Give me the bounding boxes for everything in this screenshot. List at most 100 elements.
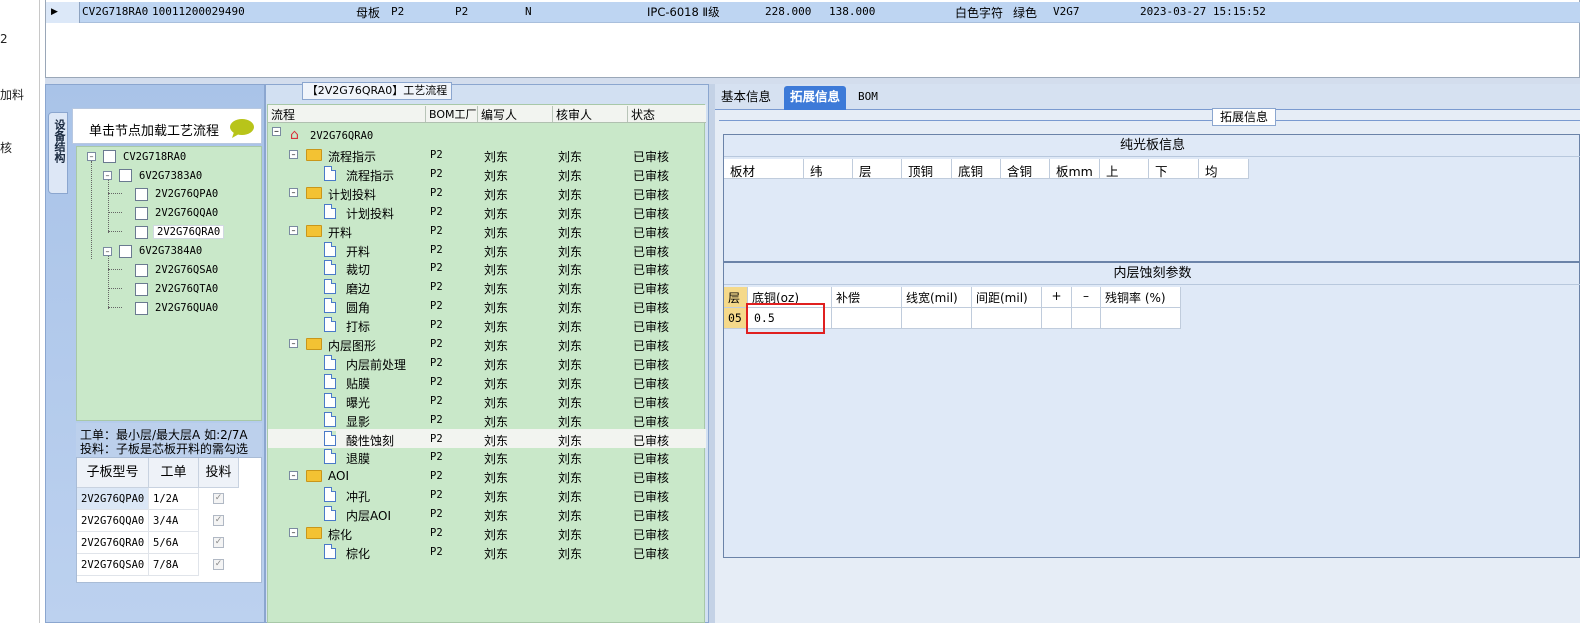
cell-plus[interactable] [1042, 308, 1072, 329]
cell-ink-color[interactable]: 绿色 [1013, 4, 1037, 21]
column-header[interactable]: + [1042, 287, 1072, 308]
column-header[interactable]: 下 [1149, 159, 1199, 179]
cell-order[interactable]: 5/6A [149, 532, 199, 554]
cell-compensation[interactable] [832, 308, 902, 329]
cell-subboard[interactable]: 2V2G76QRA0 [77, 532, 149, 554]
cell-residual-copper[interactable] [1101, 308, 1181, 329]
column-header[interactable]: 间距(mil) [972, 287, 1042, 308]
column-header[interactable]: 线宽(mil) [902, 287, 972, 308]
process-step-row[interactable]: 贴膜 P2 刘东 刘东 已审核 [268, 372, 706, 391]
tab-device-structure[interactable]: 设备结构 [48, 112, 68, 194]
column-header[interactable]: 纬 [804, 159, 853, 179]
process-step-row[interactable]: 退膜 P2 刘东 刘东 已审核 [268, 447, 706, 466]
column-header[interactable]: 残铜率 (%) [1101, 287, 1181, 308]
tree-node-leaf[interactable]: 2V2G76QSA0 [155, 264, 218, 276]
collapse-toggle-icon[interactable]: – [289, 225, 298, 235]
process-root-row[interactable]: – ⌂ 2V2G76QRA0 [268, 126, 706, 145]
process-group-row[interactable]: – 流程指示 P2 刘东 刘东 已审核 [268, 145, 706, 164]
tree-node-root[interactable]: CV2G718RA0 [123, 151, 186, 163]
cell-layer[interactable]: 05 [724, 308, 748, 329]
column-header[interactable]: BOM工厂 [426, 106, 478, 122]
cell-subboard[interactable]: 2V2G76QPA0 [77, 488, 149, 510]
process-group-row[interactable]: – 计划投料 P2 刘东 刘东 已审核 [268, 183, 706, 202]
process-step-row[interactable]: 冲孔 P2 刘东 刘东 已审核 [268, 485, 706, 504]
collapse-toggle-icon[interactable]: – [289, 339, 298, 348]
column-header[interactable]: 上 [1100, 159, 1149, 179]
cell-line-width[interactable] [902, 308, 972, 329]
collapse-toggle-icon[interactable]: – [272, 127, 281, 137]
process-group-row[interactable]: – AOI P2 刘东 刘东 已审核 [268, 466, 706, 485]
process-group-row[interactable]: – 开料 P2 刘东 刘东 已审核 [268, 221, 706, 240]
feed-checkbox[interactable]: ✓ [213, 515, 224, 526]
column-header[interactable]: 子板型号 [77, 458, 149, 488]
cell-flag[interactable]: N [525, 5, 532, 18]
cell-version[interactable]: V2G7 [1053, 5, 1080, 18]
feed-checkbox[interactable]: ✓ [213, 537, 224, 548]
cell-order[interactable]: 1/2A [149, 488, 199, 510]
cell-length[interactable]: 228.000 [765, 5, 811, 18]
cell-char-color[interactable]: 白色字符 [955, 4, 1003, 21]
tree-node-group[interactable]: 6V2G7384A0 [139, 245, 202, 257]
column-header[interactable]: 层 [724, 287, 748, 308]
table-row[interactable]: ▶ CV2G718RA0 10011200029490 母板 P2 P2 N I… [46, 2, 1580, 23]
column-header[interactable]: 均 [1199, 159, 1249, 179]
feed-checkbox[interactable]: ✓ [213, 559, 224, 570]
process-step-row[interactable]: 棕化 P2 刘东 刘东 已审核 [268, 542, 706, 561]
tree-node-leaf[interactable]: 2V2G76QTA0 [155, 283, 218, 295]
collapse-toggle-icon[interactable]: – [103, 247, 112, 256]
tab-bom[interactable]: BOM [852, 86, 884, 110]
column-header[interactable]: 板材 [724, 159, 804, 179]
tree-node-leaf-selected[interactable]: 2V2G76QRA0 [153, 225, 225, 239]
column-header[interactable]: – [1072, 287, 1101, 308]
column-header[interactable]: 底铜 [952, 159, 1001, 179]
cell-type[interactable]: 母板 [356, 4, 380, 21]
tree-node-group[interactable]: 6V2G7383A0 [139, 170, 202, 182]
column-header[interactable]: 状态 [628, 106, 706, 122]
feed-checkbox[interactable]: ✓ [213, 493, 224, 504]
process-step-row[interactable]: 显影 P2 刘东 刘东 已审核 [268, 410, 706, 429]
cell-order[interactable]: 3/4A [149, 510, 199, 532]
column-header[interactable]: 投料 [199, 458, 239, 488]
column-header[interactable]: 工单 [149, 458, 199, 488]
cell-factory[interactable]: P2 [391, 5, 404, 18]
process-step-row[interactable]: 内层前处理 P2 刘东 刘东 已审核 [268, 353, 706, 372]
tree-node-leaf[interactable]: 2V2G76QUA0 [155, 302, 218, 314]
cell-spacing[interactable] [972, 308, 1042, 329]
collapse-toggle-icon[interactable]: – [103, 171, 112, 180]
cell-minus[interactable] [1072, 308, 1101, 329]
column-header[interactable]: 板mm [1050, 159, 1100, 179]
column-header[interactable]: 编写人 [478, 106, 553, 122]
process-step-row[interactable]: 流程指示 P2 刘东 刘东 已审核 [268, 164, 706, 183]
cell-code[interactable]: CV2G718RA0 [82, 5, 148, 18]
column-header[interactable]: 流程 [268, 106, 426, 122]
cell-subboard[interactable]: 2V2G76QQA0 [77, 510, 149, 532]
process-step-row[interactable]: 打标 P2 刘东 刘东 已审核 [268, 315, 706, 334]
collapse-toggle-icon[interactable]: – [289, 187, 298, 197]
cell-datetime[interactable]: 2023-03-27 15:15:52 [1140, 5, 1266, 18]
collapse-toggle-icon[interactable]: – [289, 150, 298, 159]
tree-node-leaf[interactable]: 2V2G76QQA0 [155, 207, 218, 219]
column-header[interactable]: 补偿 [832, 287, 902, 308]
process-step-row[interactable]: 开料 P2 刘东 刘东 已审核 [268, 240, 706, 259]
column-header[interactable]: 核审人 [553, 106, 628, 122]
process-step-row[interactable]: 圆角 P2 刘东 刘东 已审核 [268, 296, 706, 315]
tab-extended-info[interactable]: 拓展信息 [784, 86, 847, 110]
cell-number[interactable]: 10011200029490 [152, 5, 245, 18]
collapse-toggle-icon[interactable]: – [289, 471, 298, 481]
cell-standard[interactable]: IPC-6018 Ⅱ级 [647, 4, 720, 20]
column-header[interactable]: 层 [853, 159, 902, 179]
tree-node-leaf[interactable]: 2V2G76QPA0 [155, 188, 218, 200]
process-step-row[interactable]: 计划投料 P2 刘东 刘东 已审核 [268, 202, 706, 221]
process-group-row[interactable]: – 棕化 P2 刘东 刘东 已审核 [268, 523, 706, 542]
tab-basic-info[interactable]: 基本信息 [715, 86, 777, 110]
collapse-toggle-icon[interactable]: – [289, 528, 298, 537]
column-header[interactable]: 含铜 [1001, 159, 1050, 179]
cell-factory2[interactable]: P2 [455, 5, 468, 18]
collapse-toggle-icon[interactable]: – [87, 152, 96, 161]
process-step-row[interactable]: 曝光 P2 刘东 刘东 已审核 [268, 391, 706, 410]
process-step-row[interactable]: 酸性蚀刻 P2 刘东 刘东 已审核 [268, 428, 706, 448]
process-group-row[interactable]: – 内层图形 P2 刘东 刘东 已审核 [268, 334, 706, 353]
cell-subboard[interactable]: 2V2G76QSA0 [77, 554, 149, 576]
process-step-row[interactable]: 磨边 P2 刘东 刘东 已审核 [268, 277, 706, 296]
cell-order[interactable]: 7/8A [149, 554, 199, 576]
